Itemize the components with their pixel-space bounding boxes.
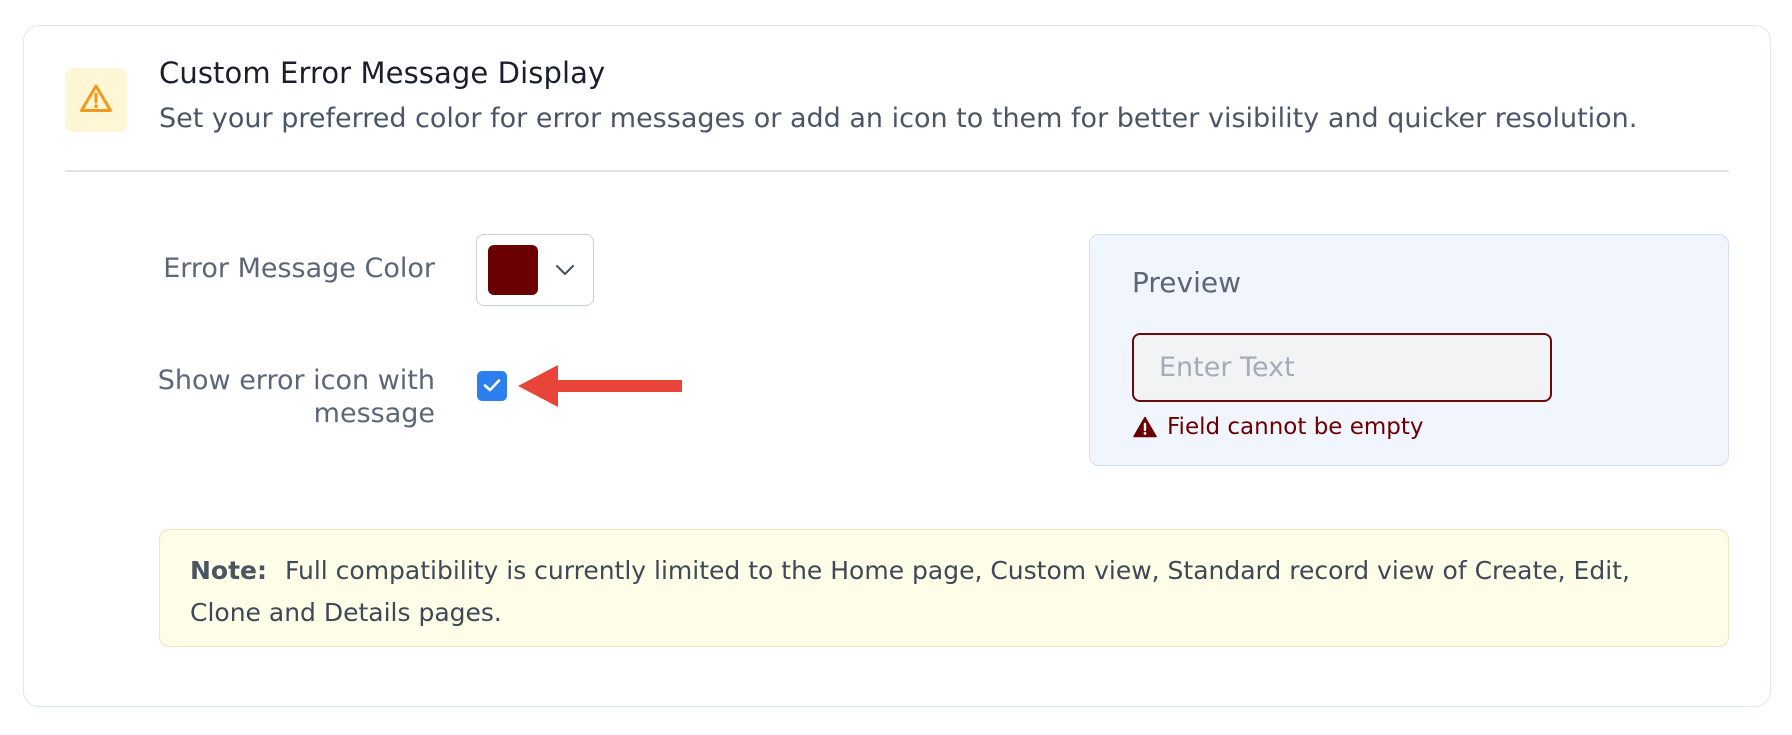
section-title: Custom Error Message Display [159,56,606,90]
note-label: Note: [190,556,268,585]
error-color-label: Error Message Color [163,253,435,284]
error-warning-icon [1133,416,1157,438]
preview-text-input[interactable] [1132,333,1552,402]
error-color-picker[interactable] [476,234,594,306]
preview-error-message: Field cannot be empty [1133,414,1424,440]
warning-triangle-icon [79,83,113,117]
show-error-icon-checkbox[interactable] [477,371,507,401]
header-icon-badge [65,68,127,132]
color-swatch[interactable] [488,245,538,295]
checkmark-icon [483,377,501,396]
note-text: Full compatibility is currently limited … [190,556,1630,627]
show-error-icon-label: Show error icon with message [157,365,435,429]
annotation-arrow-icon [518,365,682,407]
chevron-down-icon[interactable] [554,259,576,281]
preview-error-text: Field cannot be empty [1167,414,1424,440]
section-divider [65,170,1729,172]
section-description: Set your preferred color for error messa… [159,103,1638,134]
preview-title: Preview [1132,266,1241,299]
compatibility-note: Note: Full compatibility is currently li… [159,529,1729,647]
